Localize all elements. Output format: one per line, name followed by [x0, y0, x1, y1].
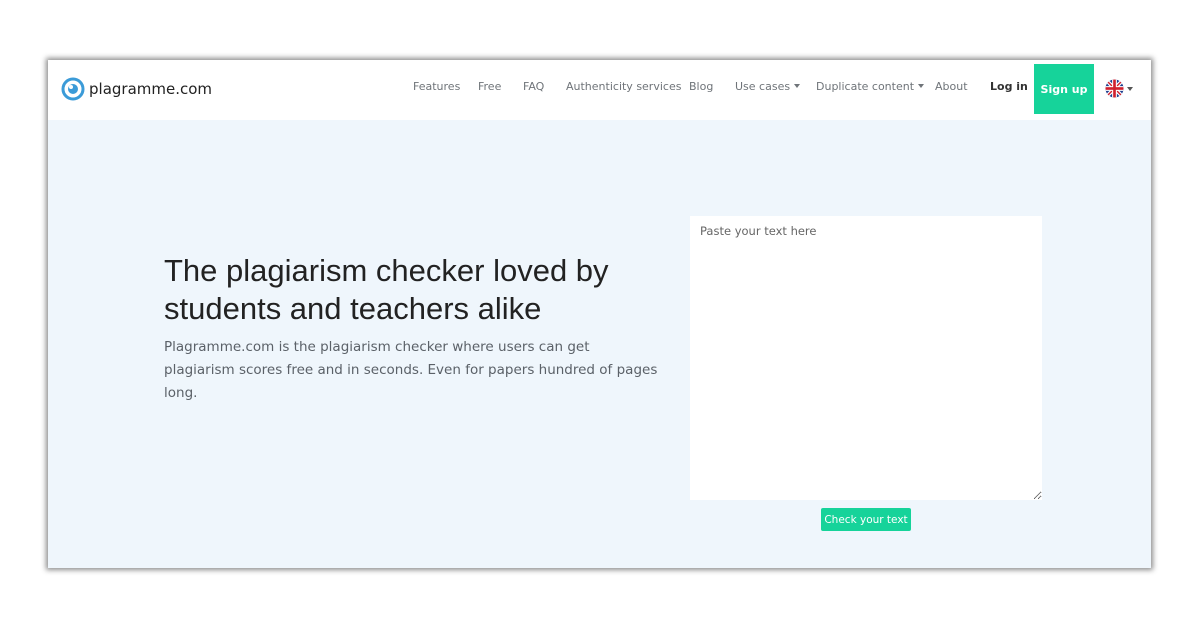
uk-flag-icon [1105, 79, 1124, 98]
top-navbar: plagramme.com Features Free FAQ Authenti… [48, 60, 1151, 120]
eye-circle-icon [61, 77, 85, 101]
hero-description: Plagramme.com is the plagiarism checker … [164, 339, 658, 401]
language-selector[interactable] [1105, 79, 1133, 98]
nav-blog[interactable]: Blog [689, 80, 713, 93]
brand-link[interactable]: plagramme.com [61, 76, 212, 102]
nav-free[interactable]: Free [478, 80, 501, 93]
caret-down-icon [794, 84, 801, 88]
nav-duplicate-content-label: Duplicate content [816, 80, 915, 93]
nav-about[interactable]: About [935, 80, 968, 93]
hero-headline: The plagiarism checker loved by students… [164, 253, 609, 326]
caret-down-icon [918, 84, 925, 88]
nav-features[interactable]: Features [413, 80, 460, 93]
nav-use-cases-dropdown[interactable]: Use cases [735, 80, 801, 93]
nav-authenticity-services[interactable]: Authenticity services [566, 80, 681, 93]
check-text-button[interactable]: Check your text [821, 508, 911, 531]
browser-viewport: plagramme.com Features Free FAQ Authenti… [48, 60, 1151, 568]
nav-use-cases-label: Use cases [735, 80, 791, 93]
signup-button[interactable]: Sign up [1034, 64, 1094, 114]
login-link[interactable]: Log in [990, 80, 1028, 93]
text-input-area[interactable] [690, 216, 1042, 500]
nav-duplicate-content-dropdown[interactable]: Duplicate content [816, 80, 925, 93]
nav-faq[interactable]: FAQ [523, 80, 544, 93]
brand-name: plagramme.com [89, 80, 213, 98]
caret-down-icon [1127, 86, 1133, 91]
